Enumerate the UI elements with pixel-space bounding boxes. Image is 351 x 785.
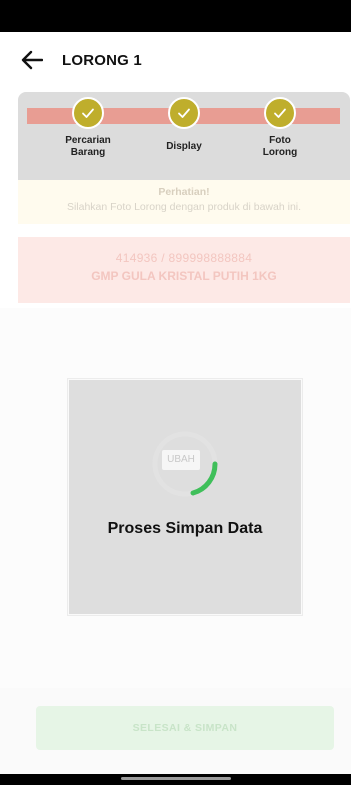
page-title: LORONG 1 (62, 51, 142, 69)
step-label: Foto Lorong (262, 135, 298, 158)
check-icon (178, 108, 190, 118)
system-nav-bar (0, 774, 351, 785)
step-display: Display (144, 97, 224, 153)
back-button[interactable] (18, 46, 46, 74)
step-check (72, 97, 104, 129)
change-photo-button[interactable]: UBAH (162, 450, 200, 470)
step-check (264, 97, 296, 129)
check-icon (82, 108, 94, 118)
loading-message: Proses Simpan Data (107, 520, 263, 537)
step-percarian-barang: Percarian Barang (48, 97, 128, 159)
loading-dialog: Proses Simpan Data (68, 379, 302, 615)
step-label: Percarian Barang (65, 135, 111, 158)
notice-text: Silahkan Foto Lorong dengan produk di ba… (66, 201, 302, 213)
app-screen: LORONG 1 Percarian Barang Display Foto L… (0, 32, 351, 774)
arrow-left-icon (21, 50, 43, 70)
product-card: 414936 / 899998888884 GMP GULA KRISTAL P… (18, 237, 350, 303)
bottom-bar: SELESAI & SIMPAN (0, 688, 351, 774)
step-check (168, 97, 200, 129)
notice-box: Perhatian! Silahkan Foto Lorong dengan p… (18, 180, 350, 224)
status-bar (0, 0, 351, 32)
step-foto-lorong: Foto Lorong (240, 97, 320, 159)
product-code: 414936 / 899998888884 (115, 251, 253, 265)
product-name: GMP GULA KRISTAL PUTIH 1KG (91, 269, 277, 283)
notice-title: Perhatian! (158, 186, 210, 198)
finish-save-button[interactable]: SELESAI & SIMPAN (36, 706, 334, 750)
app-bar: LORONG 1 (0, 32, 351, 88)
step-label: Display (166, 141, 202, 152)
home-indicator[interactable] (121, 777, 231, 780)
check-icon (274, 108, 286, 118)
